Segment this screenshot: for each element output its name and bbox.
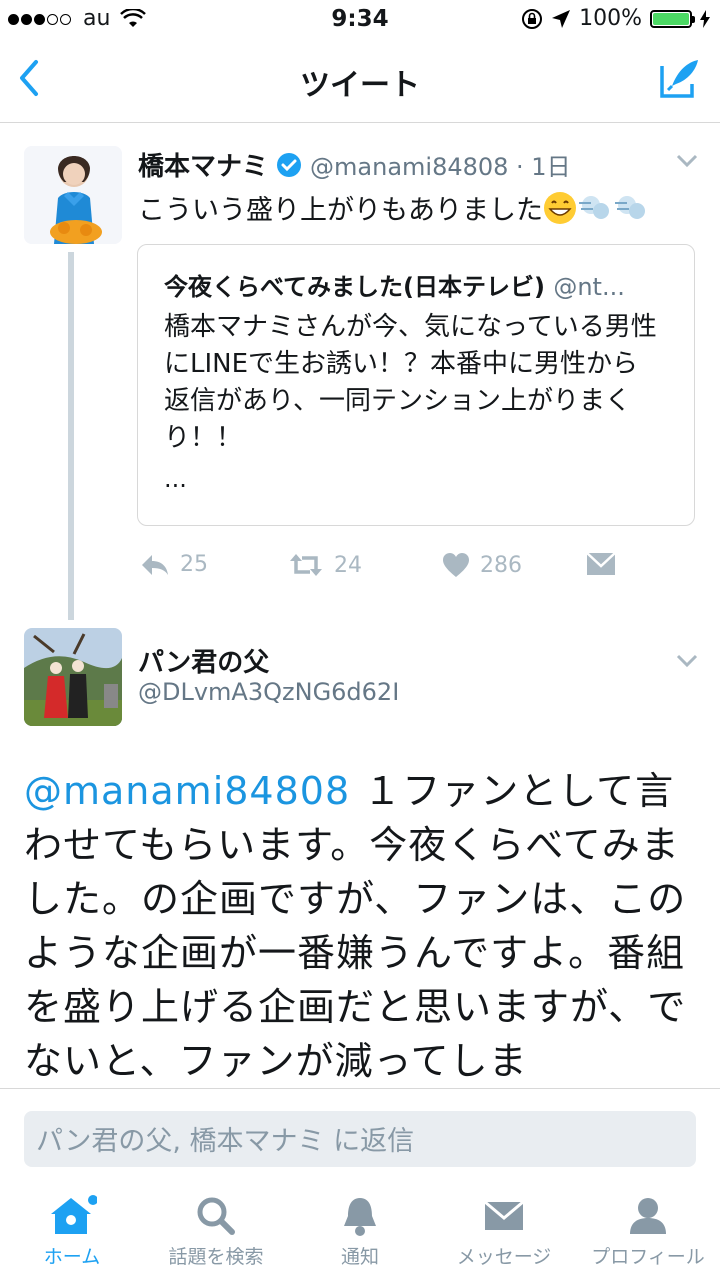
reply-tweet-text: @manami84808 １ファンとして言わせてもらいます。今夜くらべてみました… <box>24 764 694 1088</box>
envelope-icon[interactable] <box>586 552 616 576</box>
tab-notifications-label: 通知 <box>340 1246 379 1268</box>
avatar[interactable] <box>24 146 122 244</box>
quoted-tweet-ellipsis: ... <box>164 465 187 493</box>
reply-composer: パン君の父, 橋本マナミ に返信 <box>0 1088 720 1189</box>
reply-count: 25 <box>180 552 208 577</box>
page-title: ツイート <box>300 68 420 103</box>
tab-search-label: 話題を検索 <box>168 1246 264 1268</box>
battery-icon <box>650 9 695 28</box>
home-icon <box>51 1195 97 1234</box>
reply-icon[interactable] <box>140 553 170 577</box>
envelope-icon <box>484 1200 524 1230</box>
tab-home[interactable]: ホーム <box>0 1194 144 1269</box>
reply-author-handle[interactable]: @DLvmA3QzNG6d62I <box>138 678 399 706</box>
chevron-down-icon[interactable] <box>676 154 698 168</box>
grinning-emoji-icon <box>544 191 576 224</box>
thread-line <box>68 252 74 620</box>
charging-icon <box>700 9 710 28</box>
location-icon <box>552 9 571 28</box>
tab-search[interactable]: 話題を検索 <box>144 1194 288 1269</box>
reply-action[interactable]: 25 <box>140 552 208 577</box>
like-action[interactable]: 286 <box>442 552 522 578</box>
quoted-tweet-text: 橋本マナミさんが今、気になっている男性にLINEで生お誘い！？本番中に男性から返… <box>164 312 657 453</box>
reply-author-name[interactable]: パン君の父 <box>138 642 269 679</box>
quoted-author-handle: @nt... <box>553 273 625 301</box>
reply-text-body: １ファンとして言わせてもらいます。今夜くらべてみました。の企画ですが、ファンは、… <box>24 769 687 1083</box>
dash-emoji-icon <box>615 195 645 219</box>
tweet-text: こういう盛り上がりもありました <box>138 195 543 226</box>
tab-profile-label: プロフィール <box>591 1246 705 1268</box>
bell-icon <box>344 1198 376 1236</box>
tweet-actions: 25 24 286 <box>140 552 620 582</box>
retweet-icon[interactable] <box>288 552 324 578</box>
person-icon <box>630 1198 666 1234</box>
quoted-author-name: 今夜くらべてみました(日本テレビ) <box>164 273 545 301</box>
tab-profile[interactable]: プロフィール <box>576 1194 720 1269</box>
retweet-count: 24 <box>334 552 362 578</box>
search-icon <box>197 1197 235 1235</box>
like-count: 286 <box>480 552 522 578</box>
mention-link[interactable]: @manami84808 <box>24 769 350 813</box>
heart-icon[interactable] <box>442 552 470 578</box>
nav-bar: ツイート <box>0 40 720 123</box>
reply-input[interactable]: パン君の父, 橋本マナミ に返信 <box>24 1111 696 1167</box>
tab-messages[interactable]: メッセージ <box>432 1194 576 1269</box>
tab-bar: ホーム 話題を検索 通知 メッセージ プロフィール <box>0 1188 720 1280</box>
verified-badge-icon <box>277 152 302 177</box>
quoted-tweet-card[interactable]: 今夜くらべてみました(日本テレビ) @nt... 橋本マナミさんが今、気になって… <box>137 244 695 526</box>
tab-home-label: ホーム <box>43 1246 101 1268</box>
orientation-lock-icon <box>522 8 543 29</box>
retweet-action[interactable]: 24 <box>288 552 362 578</box>
tab-notifications[interactable]: 通知 <box>288 1194 432 1269</box>
author-name[interactable]: 橋本マナミ <box>138 146 268 183</box>
author-handle[interactable]: @manami84808 · 1日 <box>310 147 571 182</box>
battery-percent: 100% <box>579 6 642 31</box>
status-bar: au 9:34 100% <box>0 0 720 40</box>
compose-tweet-icon[interactable] <box>658 56 702 100</box>
dm-share-action[interactable] <box>586 552 616 576</box>
tab-messages-label: メッセージ <box>456 1246 552 1268</box>
avatar[interactable] <box>24 628 122 726</box>
dash-emoji-icon <box>579 195 609 219</box>
chevron-down-icon[interactable] <box>676 654 698 668</box>
